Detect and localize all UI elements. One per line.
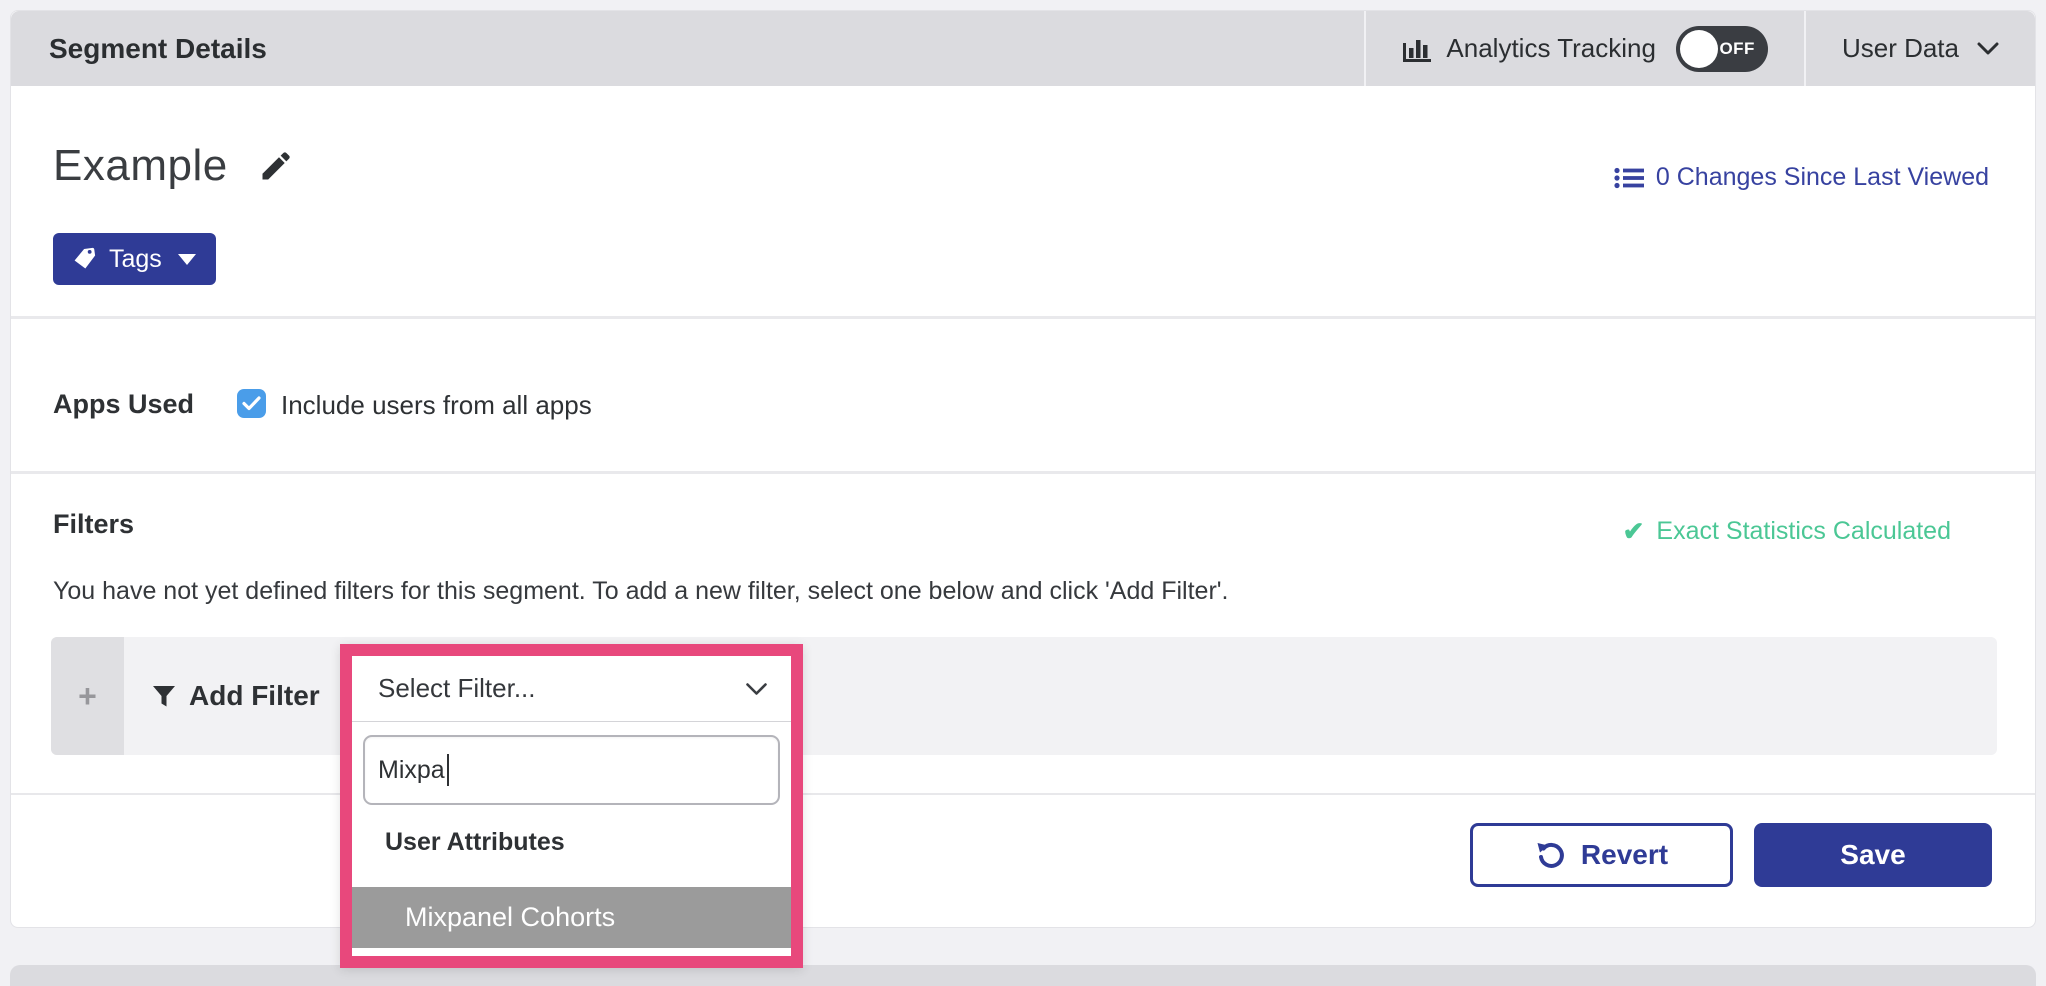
undo-icon (1535, 840, 1565, 870)
text-cursor (447, 754, 449, 786)
caret-down-icon (178, 254, 196, 265)
toggle-knob (1680, 30, 1718, 68)
section-divider (11, 316, 2035, 319)
apps-used-label: Apps Used (53, 389, 194, 420)
user-data-dropdown[interactable]: User Data (1806, 11, 2035, 86)
chevron-down-icon (1977, 42, 1999, 55)
option-mixpanel-cohorts[interactable]: Mixpanel Cohorts (352, 887, 791, 948)
next-section-header-sliver (10, 965, 2036, 986)
filters-empty-message: You have not yet defined filters for thi… (53, 577, 1229, 606)
save-button[interactable]: Save (1754, 823, 1992, 887)
filter-select-menu: Mixpa User Attributes Mixpanel Cohorts (352, 722, 791, 956)
tags-button-label: Tags (109, 245, 162, 274)
toggle-state-label: OFF (1719, 26, 1755, 72)
revert-button[interactable]: Revert (1470, 823, 1733, 887)
footer-divider (11, 793, 2035, 795)
card-header: Segment Details Analytics Tracking OFF (11, 11, 2035, 86)
analytics-tracking-label: Analytics Tracking (1446, 33, 1656, 64)
segment-details-page: Segment Details Analytics Tracking OFF (0, 0, 2046, 986)
include-all-apps-label: Include users from all apps (281, 390, 592, 421)
include-all-apps-checkbox[interactable] (237, 389, 266, 418)
checkmark-icon (242, 396, 261, 411)
changes-link-label: 0 Changes Since Last Viewed (1656, 163, 1989, 192)
add-filter-button[interactable]: Add Filter (151, 637, 320, 755)
annotation-highlight-box: Select Filter... Mixpa User Attributes M… (340, 644, 803, 968)
option-group-header: User Attributes (385, 828, 565, 857)
edit-pencil-icon[interactable] (258, 148, 294, 184)
exact-statistics-badge: ✔ Exact Statistics Calculated (1623, 516, 1951, 547)
analytics-tracking-group: Analytics Tracking OFF (1366, 11, 1804, 86)
tag-icon (73, 247, 97, 271)
analytics-tracking-toggle[interactable]: OFF (1676, 26, 1768, 72)
add-filter-label: Add Filter (189, 680, 320, 712)
page-title: Segment Details (11, 33, 267, 65)
segment-name-row: Example (53, 141, 294, 191)
add-filter-plus-button[interactable]: + (51, 637, 124, 755)
success-check-icon: ✔ (1623, 516, 1645, 547)
filters-heading: Filters (53, 509, 134, 540)
segment-name: Example (53, 141, 228, 191)
filter-search-value: Mixpa (378, 756, 445, 785)
filter-funnel-icon (151, 683, 177, 709)
bar-chart-icon (1402, 35, 1432, 63)
revert-button-label: Revert (1581, 839, 1668, 871)
filter-select-control[interactable]: Select Filter... (352, 656, 791, 722)
section-divider (11, 471, 2035, 474)
filter-select-placeholder: Select Filter... (378, 673, 536, 704)
changelog-list-icon (1614, 167, 1644, 189)
changes-since-last-viewed-link[interactable]: 0 Changes Since Last Viewed (1614, 163, 1989, 192)
chevron-down-icon (746, 683, 767, 695)
user-data-label: User Data (1842, 33, 1959, 64)
filter-search-input[interactable]: Mixpa (363, 735, 780, 805)
save-button-label: Save (1840, 839, 1905, 871)
segment-details-card: Segment Details Analytics Tracking OFF (10, 10, 2036, 928)
exact-statistics-label: Exact Statistics Calculated (1656, 517, 1951, 546)
tags-button[interactable]: Tags (53, 233, 216, 285)
